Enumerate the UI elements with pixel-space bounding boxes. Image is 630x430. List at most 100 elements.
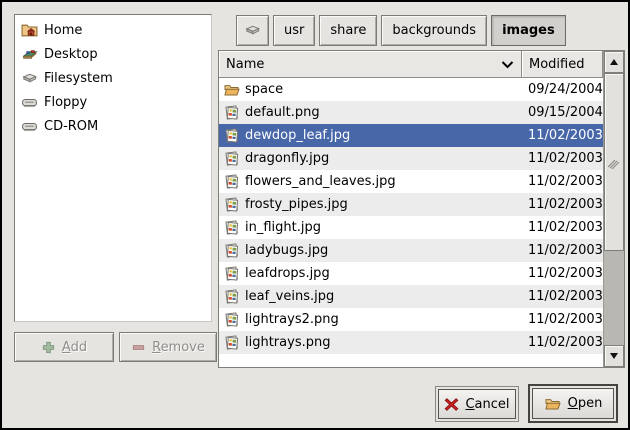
file-name: lightrays.png [245,335,330,350]
image-file-icon [224,243,240,259]
minus-icon [131,340,146,355]
image-file-icon [224,312,240,328]
file-row[interactable]: frosty_pipes.jpg 11/02/2003 [219,193,603,216]
file-modified-date: 11/02/2003 [522,243,603,258]
sidebar-item-label: Desktop [44,47,98,62]
sidebar-item-desktop[interactable]: Desktop [15,42,211,66]
sidebar-item-floppy[interactable]: Floppy [15,90,211,114]
remove-button[interactable]: Remove [119,332,217,362]
file-row[interactable]: default.png 09/15/2004 [219,101,603,124]
path-segment-share[interactable]: share [319,15,377,46]
file-name: flowers_and_leaves.jpg [245,174,396,189]
path-segment-backgrounds[interactable]: backgrounds [381,15,487,46]
disk-icon [244,22,261,39]
places-sidebar: Home Desktop Filesystem Floppy CD-ROM [14,14,212,322]
file-row[interactable]: dewdop_leaf.jpg 11/02/2003 [219,124,603,147]
file-row[interactable]: flowers_and_leaves.jpg 11/02/2003 [219,170,603,193]
file-modified-date: 11/02/2003 [522,174,603,189]
sidebar-item-filesystem[interactable]: Filesystem [15,66,211,90]
drive-icon [21,118,38,135]
sort-indicator-icon [501,60,514,69]
remove-button-label: Remove [152,340,205,355]
add-button-label: Add [62,340,87,355]
drive-icon [21,94,38,111]
file-modified-date: 09/24/2004 [522,82,603,97]
file-modified-date: 11/02/2003 [522,197,603,212]
disk-icon [21,70,38,87]
image-file-icon [224,197,240,213]
file-name: ladybugs.jpg [245,243,328,258]
add-button[interactable]: Add [14,332,114,362]
file-row[interactable]: lightrays2.png 11/02/2003 [219,308,603,331]
plus-icon [41,340,56,355]
open-button-frame: Open [528,384,618,423]
scroll-up-button[interactable] [604,51,624,73]
cancel-button[interactable]: Cancel [438,389,516,419]
scrollbar-thumb[interactable] [604,73,624,251]
file-name: leafdrops.jpg [245,266,330,281]
file-modified-date: 11/02/2003 [522,128,603,143]
cancel-button-frame: Cancel [435,386,519,422]
path-segment-images[interactable]: images [491,15,566,46]
file-name: in_flight.jpg [245,220,321,235]
open-folder-icon [544,396,562,412]
file-row[interactable]: space 09/24/2004 [219,78,603,101]
file-modified-date: 11/02/2003 [522,151,603,166]
image-file-icon [224,335,240,351]
desktop-icon [21,46,38,63]
file-row[interactable]: lightrays.png 11/02/2003 [219,331,603,354]
scroll-down-button[interactable] [604,345,624,367]
file-row[interactable]: dragonfly.jpg 11/02/2003 [219,147,603,170]
image-file-icon [224,128,240,144]
cancel-button-label: Cancel [465,397,509,412]
file-modified-date: 11/02/2003 [522,289,603,304]
home-icon [21,22,38,39]
image-file-icon [224,174,240,190]
open-button[interactable]: Open [532,388,614,419]
image-file-icon [224,105,240,121]
open-button-label: Open [568,396,603,411]
file-name: dragonfly.jpg [245,151,329,166]
file-row[interactable]: in_flight.jpg 11/02/2003 [219,216,603,239]
path-segment-label: backgrounds [392,23,476,38]
vertical-scrollbar[interactable] [603,51,624,367]
scrollbar-trough[interactable] [604,251,624,345]
sidebar-item-cd-rom[interactable]: CD-ROM [15,114,211,138]
file-name: dewdop_leaf.jpg [245,128,350,143]
column-headers: Name Modified [219,51,603,78]
file-modified-date: 11/02/2003 [522,312,603,327]
file-row[interactable]: ladybugs.jpg 11/02/2003 [219,239,603,262]
file-modified-date: 11/02/2003 [522,266,603,281]
column-header-name[interactable]: Name [219,51,522,78]
image-file-icon [224,266,240,282]
file-name: default.png [245,105,320,120]
image-file-icon [224,220,240,236]
arrow-up-icon [610,59,618,65]
folder-icon [224,82,240,98]
file-modified-date: 11/02/2003 [522,335,603,350]
file-row[interactable]: leafdrops.jpg 11/02/2003 [219,262,603,285]
sidebar-item-label: Home [44,23,82,38]
sidebar-item-label: Filesystem [44,71,113,86]
path-bar: usr share backgrounds images [236,15,566,46]
image-file-icon [224,151,240,167]
file-chooser-dialog: Home Desktop Filesystem Floppy CD-ROM us… [0,0,630,430]
file-row[interactable]: leaf_veins.jpg 11/02/2003 [219,285,603,308]
image-file-icon [224,289,240,305]
arrow-down-icon [610,353,618,359]
path-segment-usr[interactable]: usr [273,15,315,46]
grip-icon [608,155,620,169]
file-name: frosty_pipes.jpg [245,197,348,212]
column-header-modified-label: Modified [529,57,584,72]
sidebar-item-home[interactable]: Home [15,18,211,42]
file-name: lightrays2.png [245,312,339,327]
path-segment-label: usr [284,23,304,38]
sidebar-item-label: CD-ROM [44,119,98,134]
column-header-modified[interactable]: Modified [522,51,603,78]
file-list-panel: Name Modified space 09/24/2004 default.p… [218,50,625,368]
path-root-button[interactable] [236,15,269,46]
sidebar-item-label: Floppy [44,95,87,110]
column-header-name-label: Name [226,57,264,72]
file-modified-date: 09/15/2004 [522,105,603,120]
file-name: space [245,82,283,97]
